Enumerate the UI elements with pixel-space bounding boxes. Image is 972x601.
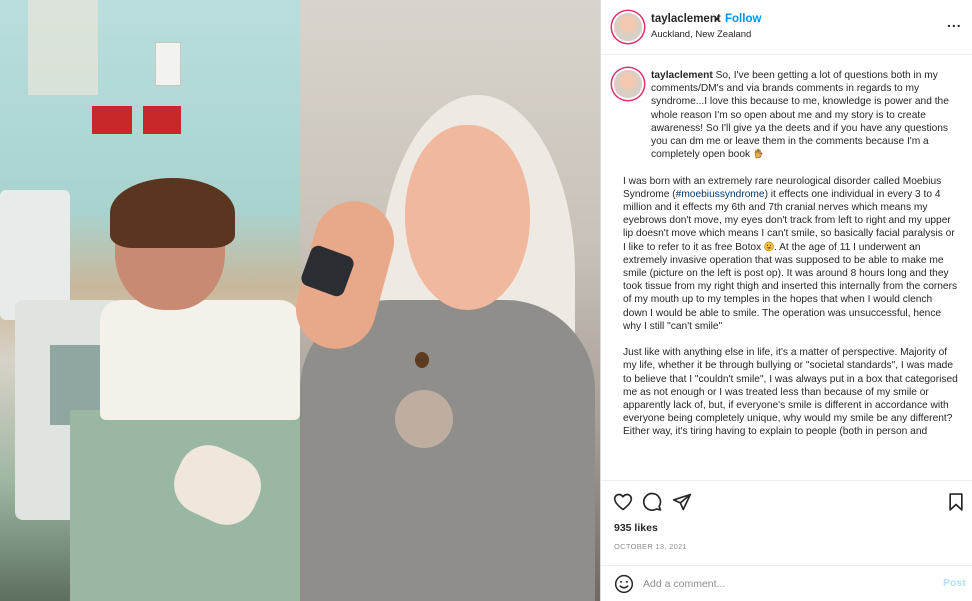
caption: taylaclement So, I've been getting a lot… bbox=[623, 69, 958, 452]
caption-text: . At the age of 11 I underwent an extrem… bbox=[623, 241, 958, 332]
caption-paragraph: taylaclement So, I've been getting a lot… bbox=[623, 69, 958, 161]
caption-text: So, I've been getting a lot of questions… bbox=[651, 70, 949, 161]
comment-input[interactable] bbox=[643, 575, 923, 593]
separator-dot: • bbox=[715, 12, 720, 26]
post-header: taylaclement • Follow Auckland, New Zeal… bbox=[601, 0, 972, 55]
light-switch-shape bbox=[155, 42, 181, 86]
power-socket-shape bbox=[143, 106, 181, 134]
more-options-button[interactable]: ... bbox=[947, 14, 962, 30]
woman-face-shape bbox=[405, 125, 530, 310]
comments-scroll-area[interactable]: taylaclement So, I've been getting a lot… bbox=[601, 56, 972, 480]
likes-count[interactable]: 935 likes bbox=[614, 522, 658, 534]
caption-username-link[interactable]: taylaclement bbox=[651, 70, 713, 81]
comment-icon[interactable] bbox=[642, 492, 662, 512]
hospital-photo bbox=[0, 0, 300, 601]
location-link[interactable]: Auckland, New Zealand bbox=[651, 29, 751, 40]
post-side-panel: taylaclement • Follow Auckland, New Zeal… bbox=[600, 0, 972, 601]
bookmark-icon[interactable] bbox=[946, 492, 966, 512]
post-comment-button[interactable]: Post bbox=[943, 577, 966, 589]
share-icon[interactable] bbox=[672, 492, 692, 512]
post-date[interactable]: OCTOBER 13, 2021 bbox=[614, 542, 687, 551]
heart-icon[interactable] bbox=[613, 492, 633, 512]
add-comment-bar: Post bbox=[601, 565, 972, 601]
hand-emoji-icon bbox=[754, 148, 763, 159]
smile-icon[interactable] bbox=[614, 574, 634, 594]
child-hair-shape bbox=[110, 178, 235, 248]
follow-button[interactable]: Follow bbox=[725, 13, 761, 25]
username-link[interactable]: taylaclement bbox=[651, 13, 721, 25]
grin-emoji-icon bbox=[764, 241, 774, 251]
power-socket-shape bbox=[92, 106, 132, 134]
hashtag-link[interactable]: #moebiussyndrome bbox=[676, 189, 765, 200]
caption-text: Just like with anything else in life, it… bbox=[623, 347, 958, 438]
action-bar: 935 likes OCTOBER 13, 2021 bbox=[601, 480, 972, 570]
necklace-shape bbox=[415, 352, 429, 368]
bib-shape bbox=[100, 300, 300, 420]
post-media[interactable] bbox=[0, 0, 600, 601]
caption-paragraph: I was born with an extremely rare neurol… bbox=[623, 175, 958, 333]
wall-sign-shape bbox=[28, 0, 98, 95]
caption-paragraph: Just like with anything else in life, it… bbox=[623, 346, 958, 438]
avatar[interactable] bbox=[614, 13, 642, 41]
tshirt-logo-shape bbox=[395, 390, 453, 448]
